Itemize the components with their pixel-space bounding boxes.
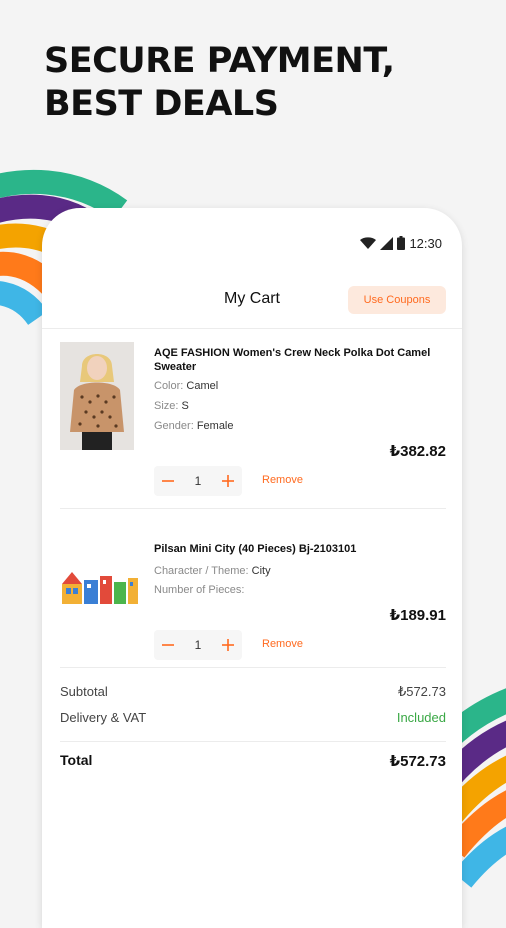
attr-value: Camel bbox=[186, 380, 219, 392]
use-coupons-button[interactable]: Use Coupons bbox=[348, 286, 446, 314]
attr-label: Gender: bbox=[154, 420, 194, 432]
attr-label: Character / Theme: bbox=[154, 565, 249, 577]
product-image-sweater bbox=[60, 342, 134, 450]
status-bar: 12:30 bbox=[360, 234, 442, 252]
battery-icon bbox=[397, 236, 406, 250]
minus-icon bbox=[162, 480, 174, 482]
remove-item-button[interactable]: Remove bbox=[262, 474, 303, 486]
delivery-label: Delivery & VAT bbox=[60, 710, 147, 725]
summary-divider bbox=[60, 741, 446, 742]
attr-value: City bbox=[251, 565, 271, 577]
quantity-stepper: 1 bbox=[154, 630, 242, 660]
item-divider bbox=[60, 508, 446, 509]
delivery-value: Included bbox=[396, 710, 446, 725]
subtotal-row: Subtotal ₺572.73 bbox=[60, 684, 446, 700]
decrease-quantity-button[interactable] bbox=[154, 630, 182, 660]
total-label: Total bbox=[60, 752, 93, 768]
minus-icon bbox=[162, 644, 174, 646]
product-attribute-size: Size: S bbox=[154, 399, 189, 413]
plus-icon bbox=[222, 639, 234, 651]
total-value: ₺572.73 bbox=[389, 753, 446, 770]
product-name: AQE FASHION Women's Crew Neck Polka Dot … bbox=[154, 347, 431, 373]
attr-value: Female bbox=[196, 420, 234, 432]
phone-frame: 12:30 My Cart Use Coupons AQE FASHION Wo… bbox=[42, 208, 462, 928]
headline-line-2: BEST DEALS bbox=[44, 84, 279, 124]
product-attribute-gender: Gender: Female bbox=[154, 419, 234, 433]
product-attribute-color: Color: Camel bbox=[154, 379, 218, 393]
quantity-value: 1 bbox=[194, 638, 202, 652]
status-time: 12:30 bbox=[409, 235, 442, 251]
subtotal-value: ₺572.73 bbox=[397, 684, 446, 699]
product-attribute-theme: Character / Theme: City bbox=[154, 564, 271, 578]
product-name: Pilsan Mini City (40 Pieces) Bj-2103101 bbox=[154, 543, 357, 555]
headline-line-1: SECURE PAYMENT, bbox=[44, 41, 395, 81]
attr-value: S bbox=[181, 400, 189, 412]
item-divider bbox=[60, 667, 446, 668]
attr-label: Size: bbox=[154, 400, 179, 412]
product-price: ₺382.82 bbox=[389, 443, 446, 460]
signal-icon bbox=[380, 236, 394, 250]
attr-label: Number of Pieces: bbox=[154, 584, 245, 596]
remove-item-button[interactable]: Remove bbox=[262, 638, 303, 650]
product-image-blocks bbox=[62, 572, 138, 604]
quantity-stepper: 1 bbox=[154, 466, 242, 496]
header-divider bbox=[42, 328, 462, 329]
plus-icon bbox=[222, 475, 234, 487]
subtotal-label: Subtotal bbox=[60, 684, 108, 699]
cart-item: AQE FASHION Women's Crew Neck Polka Dot … bbox=[42, 342, 462, 502]
attr-label: Color: bbox=[154, 380, 184, 392]
total-row: Total ₺572.73 bbox=[60, 752, 446, 770]
headline: SECURE PAYMENT, BEST DEALS bbox=[44, 40, 395, 126]
wifi-icon bbox=[360, 236, 377, 249]
delivery-row: Delivery & VAT Included bbox=[60, 710, 446, 725]
decrease-quantity-button[interactable] bbox=[154, 466, 182, 496]
product-price: ₺189.91 bbox=[389, 607, 446, 624]
product-attribute-pieces: Number of Pieces: bbox=[154, 583, 244, 597]
increase-quantity-button[interactable] bbox=[214, 630, 242, 660]
quantity-value: 1 bbox=[194, 474, 202, 488]
cart-item: Pilsan Mini City (40 Pieces) Bj-2103101 … bbox=[42, 536, 462, 686]
increase-quantity-button[interactable] bbox=[214, 466, 242, 496]
